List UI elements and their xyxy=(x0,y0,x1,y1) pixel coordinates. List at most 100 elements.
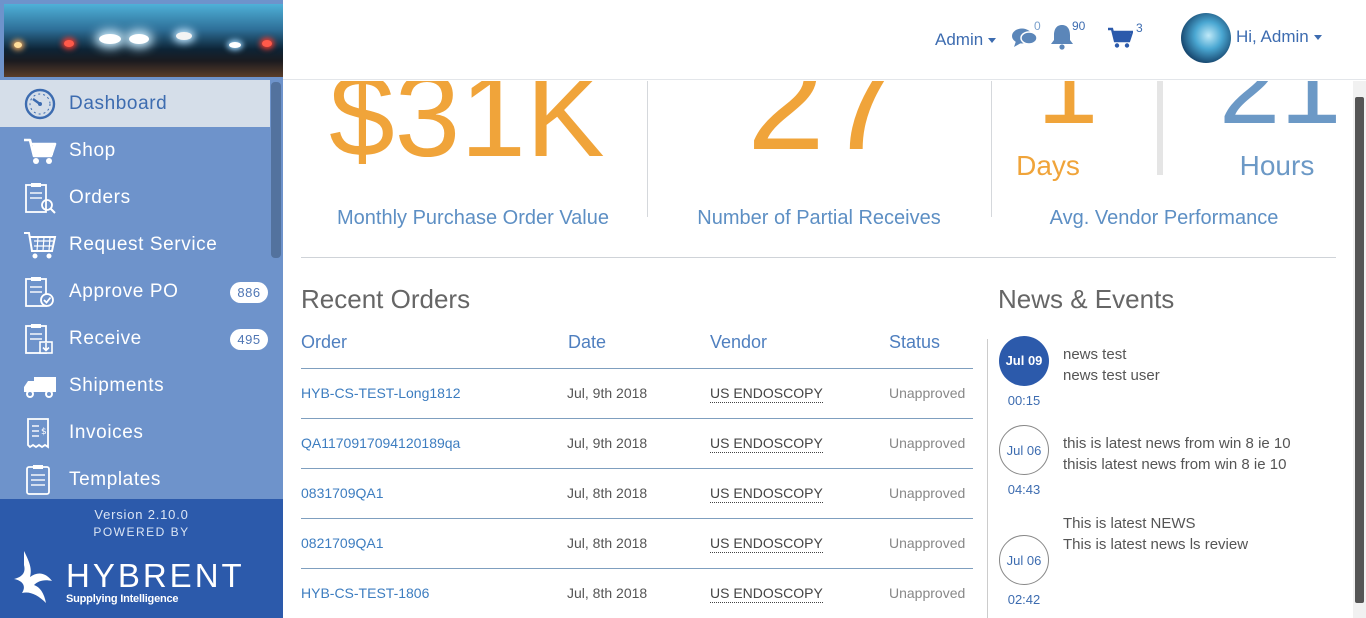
news-date-badge: Jul 06 xyxy=(999,425,1049,475)
news-time: 00:15 xyxy=(1007,393,1041,408)
news-time: 02:42 xyxy=(1007,592,1041,607)
messages-count: 0 xyxy=(1034,19,1041,33)
order-link[interactable]: HYB-CS-TEST-Long1812 xyxy=(301,385,461,401)
order-status: Unapproved xyxy=(889,385,966,401)
kpi-vendor-hours-unit: Hours xyxy=(1239,150,1315,181)
order-link[interactable]: QA1170917094120189qa xyxy=(301,435,460,451)
sidebar: Dashboard Shop Orders Request Service Ap… xyxy=(0,0,283,618)
user-greeting: Hi, Admin xyxy=(1236,27,1309,46)
sidebar-item-receive[interactable]: Receive 495 xyxy=(0,315,270,362)
kpi-purchase-value: $31K xyxy=(329,81,605,182)
sidebar-item-label: Invoices xyxy=(69,421,144,443)
news-title: news test xyxy=(1063,346,1127,363)
news-body: thisis latest news from win 8 ie 10 xyxy=(1063,456,1287,473)
user-avatar[interactable] xyxy=(1181,13,1231,63)
approve-po-count-badge: 886 xyxy=(230,282,268,303)
sidebar-item-label: Orders xyxy=(69,186,131,208)
order-vendor[interactable]: US ENDOSCOPY xyxy=(710,485,823,503)
sidebar-item-approve-po[interactable]: Approve PO 886 xyxy=(0,268,270,315)
order-date: Jul, 9th 2018 xyxy=(567,385,648,401)
news-body: news test user xyxy=(1063,367,1160,384)
sidebar-item-request-service[interactable]: Request Service xyxy=(0,221,270,268)
sidebar-item-templates[interactable]: Templates xyxy=(0,456,270,503)
column-header-vendor: Vendor xyxy=(710,332,768,352)
news-events-title: News & Events xyxy=(998,284,1175,314)
order-link[interactable]: HYB-CS-TEST-1806 xyxy=(301,585,429,601)
truck-icon xyxy=(22,370,58,402)
order-vendor[interactable]: US ENDOSCOPY xyxy=(710,585,823,603)
sidebar-item-dashboard[interactable]: Dashboard xyxy=(0,80,270,127)
order-status: Unapproved xyxy=(889,535,966,551)
kpi-partial-receives-label: Number of Partial Receives xyxy=(697,207,941,229)
order-vendor[interactable]: US ENDOSCOPY xyxy=(710,535,823,553)
orders-icon xyxy=(22,182,58,214)
sidebar-item-label: Shop xyxy=(69,139,116,161)
column-header-order: Order xyxy=(301,332,348,352)
recent-orders-title: Recent Orders xyxy=(301,284,471,314)
kpi-divider xyxy=(991,81,992,217)
approve-po-icon xyxy=(22,276,58,308)
order-link[interactable]: 0831709QA1 xyxy=(301,485,384,501)
user-greeting-menu[interactable]: Hi, Admin xyxy=(1236,27,1322,47)
news-title: this is latest news from win 8 ie 10 xyxy=(1063,435,1291,452)
sidebar-item-invoices[interactable]: $ Invoices xyxy=(0,409,270,456)
chevron-down-icon xyxy=(1313,35,1322,41)
order-status: Unapproved xyxy=(889,435,966,451)
sidebar-item-label: Request Service xyxy=(69,233,218,255)
invoice-icon: $ xyxy=(22,417,58,449)
sidebar-item-label: Templates xyxy=(69,468,161,490)
sidebar-scrollbar[interactable] xyxy=(271,82,281,258)
kpi-divider xyxy=(647,81,648,217)
order-status: Unapproved xyxy=(889,485,966,501)
sidebar-item-shipments[interactable]: Shipments xyxy=(0,362,270,409)
kpi-partial-receives-value: 27 xyxy=(747,81,903,179)
cart-count: 3 xyxy=(1136,21,1143,35)
cart-icon xyxy=(22,135,58,167)
news-time: 04:43 xyxy=(1007,482,1041,497)
svg-text:$: $ xyxy=(41,427,47,437)
column-header-date: Date xyxy=(568,332,607,352)
table-row-divider xyxy=(301,368,973,369)
hybrent-logo-icon xyxy=(10,551,52,609)
sidebar-footer: Version 2.10.0 POWERED BY HYBRENT Supply… xyxy=(0,499,283,618)
page-scrollbar[interactable] xyxy=(1353,81,1366,618)
table-row-divider xyxy=(301,518,973,519)
hybrent-tagline: Supplying Intelligence xyxy=(66,593,179,605)
sidebar-item-label: Dashboard xyxy=(69,92,168,114)
news-title: This is latest NEWS xyxy=(1063,515,1196,532)
kpi-vendor-days-unit: Days xyxy=(1016,150,1080,181)
section-divider xyxy=(301,257,1336,258)
request-service-icon xyxy=(22,229,58,261)
news-timeline-line xyxy=(987,339,988,618)
admin-menu-label: Admin xyxy=(935,30,984,49)
order-date: Jul, 9th 2018 xyxy=(567,435,648,451)
column-header-status: Status xyxy=(889,332,941,352)
order-vendor[interactable]: US ENDOSCOPY xyxy=(710,385,823,403)
powered-by-label: POWERED BY xyxy=(93,525,190,539)
table-row-divider xyxy=(301,418,973,419)
cart-icon[interactable] xyxy=(1107,27,1134,54)
top-header: Admin 0 90 3 Hi, Admin xyxy=(283,0,1366,80)
sidebar-item-shop[interactable]: Shop xyxy=(0,127,270,174)
admin-menu[interactable]: Admin xyxy=(935,30,997,50)
order-link[interactable]: 0821709QA1 xyxy=(301,535,384,551)
sidebar-item-label: Shipments xyxy=(69,374,165,396)
receive-count-badge: 495 xyxy=(230,329,268,350)
header-banner-image xyxy=(4,4,283,77)
order-status: Unapproved xyxy=(889,585,966,601)
notifications-count: 90 xyxy=(1072,19,1086,33)
sidebar-item-label: Approve PO xyxy=(69,280,179,302)
notifications-bell-icon[interactable] xyxy=(1050,24,1074,55)
kpi-vendor-days-value: 1 xyxy=(1037,81,1099,147)
hybrent-logo-wordmark: HYBRENT xyxy=(66,557,245,594)
sidebar-nav: Dashboard Shop Orders Request Service Ap… xyxy=(0,80,283,499)
kpi-days-hours-divider xyxy=(1157,81,1163,175)
kpi-vendor-hours-value: 21 xyxy=(1219,81,1342,147)
order-vendor[interactable]: US ENDOSCOPY xyxy=(710,435,823,453)
page-scrollbar-thumb[interactable] xyxy=(1355,97,1364,603)
sidebar-item-orders[interactable]: Orders xyxy=(0,174,270,221)
app-version: Version 2.10.0 xyxy=(94,507,189,522)
sidebar-item-label: Receive xyxy=(69,327,142,349)
table-row-divider xyxy=(301,468,973,469)
dashboard-icon xyxy=(22,88,58,120)
